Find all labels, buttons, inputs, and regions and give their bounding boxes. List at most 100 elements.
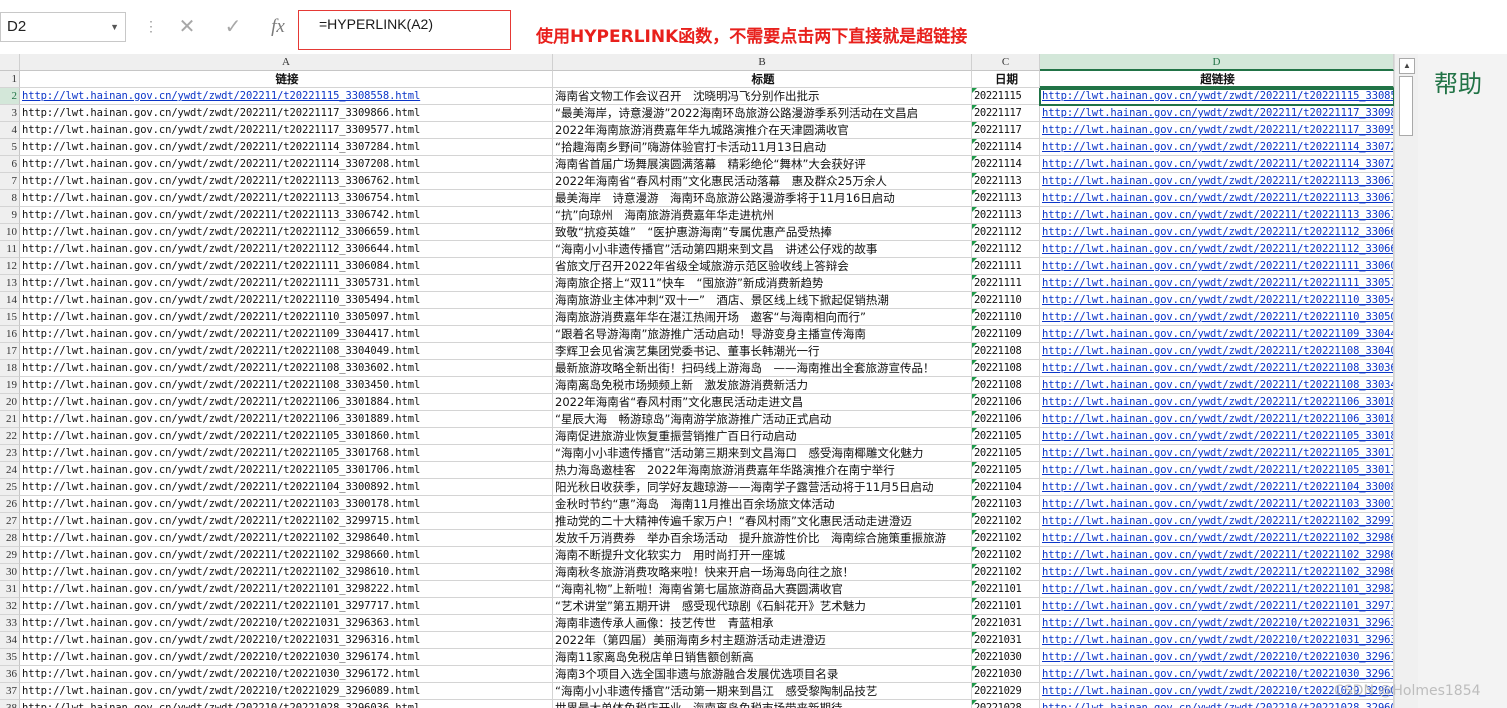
cell-link[interactable]: http://lwt.hainan.gov.cn/ywdt/zwdt/20221…	[20, 241, 553, 258]
row-header[interactable]: 30	[0, 564, 20, 581]
cell-hyperlink[interactable]: http://lwt.hainan.gov.cn/ywdt/zwdt/20221…	[1040, 139, 1394, 156]
cell-date[interactable]: 20221029	[972, 683, 1040, 700]
cell-hyperlink[interactable]: http://lwt.hainan.gov.cn/ywdt/zwdt/20221…	[1040, 309, 1394, 326]
cell-link[interactable]: http://lwt.hainan.gov.cn/ywdt/zwdt/20221…	[20, 598, 553, 615]
chevron-down-icon[interactable]: ▼	[110, 13, 119, 41]
row-header[interactable]: 11	[0, 241, 20, 258]
cell-date[interactable]: 20221113	[972, 173, 1040, 190]
cell-date[interactable]: 20221114	[972, 156, 1040, 173]
cell-title[interactable]: 海南秋冬旅游消费攻略来啦！快来开启一场海岛向往之旅！	[553, 564, 972, 581]
cell-link[interactable]: http://lwt.hainan.gov.cn/ywdt/zwdt/20221…	[20, 326, 553, 343]
row-header[interactable]: 28	[0, 530, 20, 547]
vertical-scrollbar[interactable]: ▲	[1394, 54, 1418, 708]
cell-hyperlink[interactable]: http://lwt.hainan.gov.cn/ywdt/zwdt/20221…	[1040, 428, 1394, 445]
scroll-up-icon[interactable]: ▲	[1399, 58, 1415, 74]
cell-hyperlink[interactable]: http://lwt.hainan.gov.cn/ywdt/zwdt/20221…	[1040, 513, 1394, 530]
cell-hyperlink[interactable]: http://lwt.hainan.gov.cn/ywdt/zwdt/20221…	[1040, 190, 1394, 207]
header-cell-date[interactable]: 日期	[972, 71, 1040, 88]
row-header[interactable]: 19	[0, 377, 20, 394]
row-header[interactable]: 7	[0, 173, 20, 190]
cell-title[interactable]: “海南小小非遗传播官”活动第三期来到文昌海口 感受海南椰雕文化魅力	[553, 445, 972, 462]
header-cell-title[interactable]: 标题	[553, 71, 972, 88]
cell-hyperlink[interactable]: http://lwt.hainan.gov.cn/ywdt/zwdt/20221…	[1040, 122, 1394, 139]
cell-link[interactable]: http://lwt.hainan.gov.cn/ywdt/zwdt/20221…	[20, 122, 553, 139]
name-box[interactable]: D2 ▼	[0, 12, 126, 42]
cell-hyperlink[interactable]: http://lwt.hainan.gov.cn/ywdt/zwdt/20221…	[1040, 292, 1394, 309]
row-header[interactable]: 8	[0, 190, 20, 207]
cell-link[interactable]: http://lwt.hainan.gov.cn/ywdt/zwdt/20221…	[20, 564, 553, 581]
cell-title[interactable]: 海南3个项目入选全国非遗与旅游融合发展优选项目名录	[553, 666, 972, 683]
insert-function-button[interactable]: fx	[264, 12, 292, 42]
cell-title[interactable]: 海南省文物工作会议召开 沈晓明冯飞分别作出批示	[553, 88, 972, 105]
row-header[interactable]: 18	[0, 360, 20, 377]
cell-link[interactable]: http://lwt.hainan.gov.cn/ywdt/zwdt/20221…	[20, 207, 553, 224]
cell-link[interactable]: http://lwt.hainan.gov.cn/ywdt/zwdt/20221…	[20, 649, 553, 666]
cell-link[interactable]: http://lwt.hainan.gov.cn/ywdt/zwdt/20221…	[20, 156, 553, 173]
cell-hyperlink[interactable]: http://lwt.hainan.gov.cn/ywdt/zwdt/20221…	[1040, 411, 1394, 428]
cell-date[interactable]: 20221030	[972, 649, 1040, 666]
cell-date[interactable]: 20221102	[972, 530, 1040, 547]
cell-title[interactable]: 海南省首届广场舞展演圆满落幕 精彩绝伦“舞林”大会获好评	[553, 156, 972, 173]
cell-date[interactable]: 20221101	[972, 598, 1040, 615]
cell-link[interactable]: http://lwt.hainan.gov.cn/ywdt/zwdt/20221…	[20, 632, 553, 649]
row-header[interactable]: 12	[0, 258, 20, 275]
cell-link[interactable]: http://lwt.hainan.gov.cn/ywdt/zwdt/20221…	[20, 683, 553, 700]
cell-date[interactable]: 20221103	[972, 496, 1040, 513]
row-header[interactable]: 38	[0, 700, 20, 708]
row-header[interactable]: 37	[0, 683, 20, 700]
row-header[interactable]: 29	[0, 547, 20, 564]
cell-title[interactable]: 2022年海南省“春风村雨”文化惠民活动落幕 惠及群众25万余人	[553, 173, 972, 190]
cell-title[interactable]: 推动党的二十大精神传遍千家万户！“春风村雨”文化惠民活动走进澄迈	[553, 513, 972, 530]
cell-hyperlink[interactable]: http://lwt.hainan.gov.cn/ywdt/zwdt/20221…	[1040, 224, 1394, 241]
row-header[interactable]: 3	[0, 105, 20, 122]
cell-hyperlink[interactable]: http://lwt.hainan.gov.cn/ywdt/zwdt/20221…	[1040, 530, 1394, 547]
cell-title[interactable]: “海南小小非遗传播官”活动第四期来到文昌 讲述公仔戏的故事	[553, 241, 972, 258]
cell-hyperlink[interactable]: http://lwt.hainan.gov.cn/ywdt/zwdt/20221…	[1040, 632, 1394, 649]
cell-date[interactable]: 20221112	[972, 224, 1040, 241]
cell-title[interactable]: “跟着名导游海南”旅游推广活动启动！导游变身主播宣传海南	[553, 326, 972, 343]
cell-link[interactable]: http://lwt.hainan.gov.cn/ywdt/zwdt/20221…	[20, 496, 553, 513]
cell-hyperlink[interactable]: http://lwt.hainan.gov.cn/ywdt/zwdt/20221…	[1040, 496, 1394, 513]
cell-title[interactable]: 海南非遗传承人画像：技艺传世 青蓝相承	[553, 615, 972, 632]
cell-date[interactable]: 20221108	[972, 360, 1040, 377]
cell-hyperlink[interactable]: http://lwt.hainan.gov.cn/ywdt/zwdt/20221…	[1040, 666, 1394, 683]
cell-hyperlink[interactable]: http://lwt.hainan.gov.cn/ywdt/zwdt/20221…	[1040, 479, 1394, 496]
cell-link[interactable]: http://lwt.hainan.gov.cn/ywdt/zwdt/20221…	[20, 581, 553, 598]
cell-hyperlink[interactable]: http://lwt.hainan.gov.cn/ywdt/zwdt/20221…	[1040, 462, 1394, 479]
cell-title[interactable]: “海南小小非遗传播官”活动第一期来到昌江 感受黎陶制品技艺	[553, 683, 972, 700]
cell-link[interactable]: http://lwt.hainan.gov.cn/ywdt/zwdt/20221…	[20, 224, 553, 241]
select-all-corner[interactable]	[0, 54, 20, 71]
cell-date[interactable]: 20221031	[972, 632, 1040, 649]
cell-link[interactable]: http://lwt.hainan.gov.cn/ywdt/zwdt/20221…	[20, 88, 553, 105]
cell-date[interactable]: 20221108	[972, 343, 1040, 360]
row-header[interactable]: 9	[0, 207, 20, 224]
cell-title[interactable]: 省旅文厅召开2022年省级全域旅游示范区验收线上答辩会	[553, 258, 972, 275]
row-header[interactable]: 1	[0, 71, 20, 88]
cell-link[interactable]: http://lwt.hainan.gov.cn/ywdt/zwdt/20221…	[20, 309, 553, 326]
row-header[interactable]: 16	[0, 326, 20, 343]
column-header-c[interactable]: C	[972, 54, 1040, 71]
cell-date[interactable]: 20221031	[972, 615, 1040, 632]
cell-date[interactable]: 20221104	[972, 479, 1040, 496]
row-header[interactable]: 32	[0, 598, 20, 615]
cell-title[interactable]: “海南礼物”上新啦！海南省第七届旅游商品大赛圆满收官	[553, 581, 972, 598]
cell-date[interactable]: 20221108	[972, 377, 1040, 394]
cell-link[interactable]: http://lwt.hainan.gov.cn/ywdt/zwdt/20221…	[20, 462, 553, 479]
cell-date[interactable]: 20221102	[972, 513, 1040, 530]
cell-date[interactable]: 20221110	[972, 309, 1040, 326]
cell-date[interactable]: 20221109	[972, 326, 1040, 343]
cell-hyperlink[interactable]: http://lwt.hainan.gov.cn/ywdt/zwdt/20221…	[1040, 173, 1394, 190]
cell-date[interactable]: 20221105	[972, 445, 1040, 462]
row-header[interactable]: 26	[0, 496, 20, 513]
cell-date[interactable]: 20221111	[972, 258, 1040, 275]
cell-link[interactable]: http://lwt.hainan.gov.cn/ywdt/zwdt/20221…	[20, 292, 553, 309]
cell-hyperlink[interactable]: http://lwt.hainan.gov.cn/ywdt/zwdt/20221…	[1040, 547, 1394, 564]
cell-title[interactable]: 海南旅企搭上“双11”快车 “囤旅游”新成消费新趋势	[553, 275, 972, 292]
cell-hyperlink[interactable]: http://lwt.hainan.gov.cn/ywdt/zwdt/20221…	[1040, 105, 1394, 122]
cell-hyperlink[interactable]: http://lwt.hainan.gov.cn/ywdt/zwdt/20221…	[1040, 615, 1394, 632]
cell-link[interactable]: http://lwt.hainan.gov.cn/ywdt/zwdt/20221…	[20, 411, 553, 428]
cell-link[interactable]: http://lwt.hainan.gov.cn/ywdt/zwdt/20221…	[20, 173, 553, 190]
cell-link[interactable]: http://lwt.hainan.gov.cn/ywdt/zwdt/20221…	[20, 530, 553, 547]
cell-date[interactable]: 20221101	[972, 581, 1040, 598]
row-header[interactable]: 22	[0, 428, 20, 445]
